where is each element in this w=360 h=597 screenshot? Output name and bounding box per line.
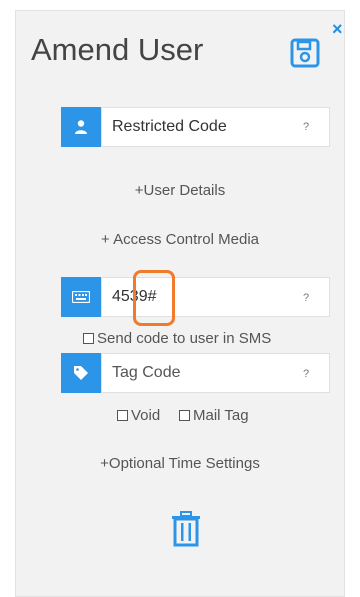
mail-tag-checkbox[interactable] xyxy=(179,410,190,421)
close-icon[interactable]: × xyxy=(332,20,343,38)
send-sms-checkbox[interactable] xyxy=(83,333,94,344)
access-control-media-link[interactable]: + Access Control Media xyxy=(0,231,360,248)
keyboard-icon xyxy=(61,277,101,317)
restricted-code-help[interactable]: ? xyxy=(303,121,309,133)
restricted-code-group xyxy=(61,107,330,147)
tag-icon xyxy=(61,353,101,393)
user-icon xyxy=(61,107,101,147)
mail-tag-label: Mail Tag xyxy=(193,407,249,424)
void-row: Void xyxy=(117,407,160,424)
save-icon[interactable] xyxy=(290,38,320,68)
page-title: Amend User xyxy=(31,32,204,67)
restricted-code-input[interactable] xyxy=(101,107,330,147)
send-sms-label: Send code to user in SMS xyxy=(97,330,272,347)
trash-icon[interactable] xyxy=(171,511,201,547)
void-checkbox[interactable] xyxy=(117,410,128,421)
pin-code-input[interactable] xyxy=(101,277,330,317)
mail-tag-row: Mail Tag xyxy=(179,407,249,424)
optional-time-settings-link[interactable]: +Optional Time Settings xyxy=(0,455,360,472)
tag-code-input[interactable] xyxy=(101,353,330,393)
user-details-link[interactable]: +User Details xyxy=(0,182,360,199)
tag-code-group xyxy=(61,353,330,393)
pin-code-help[interactable]: ? xyxy=(303,292,309,304)
void-label: Void xyxy=(131,407,161,424)
tag-code-help[interactable]: ? xyxy=(303,368,309,380)
send-sms-row: Send code to user in SMS xyxy=(83,330,271,347)
pin-code-group xyxy=(61,277,330,317)
